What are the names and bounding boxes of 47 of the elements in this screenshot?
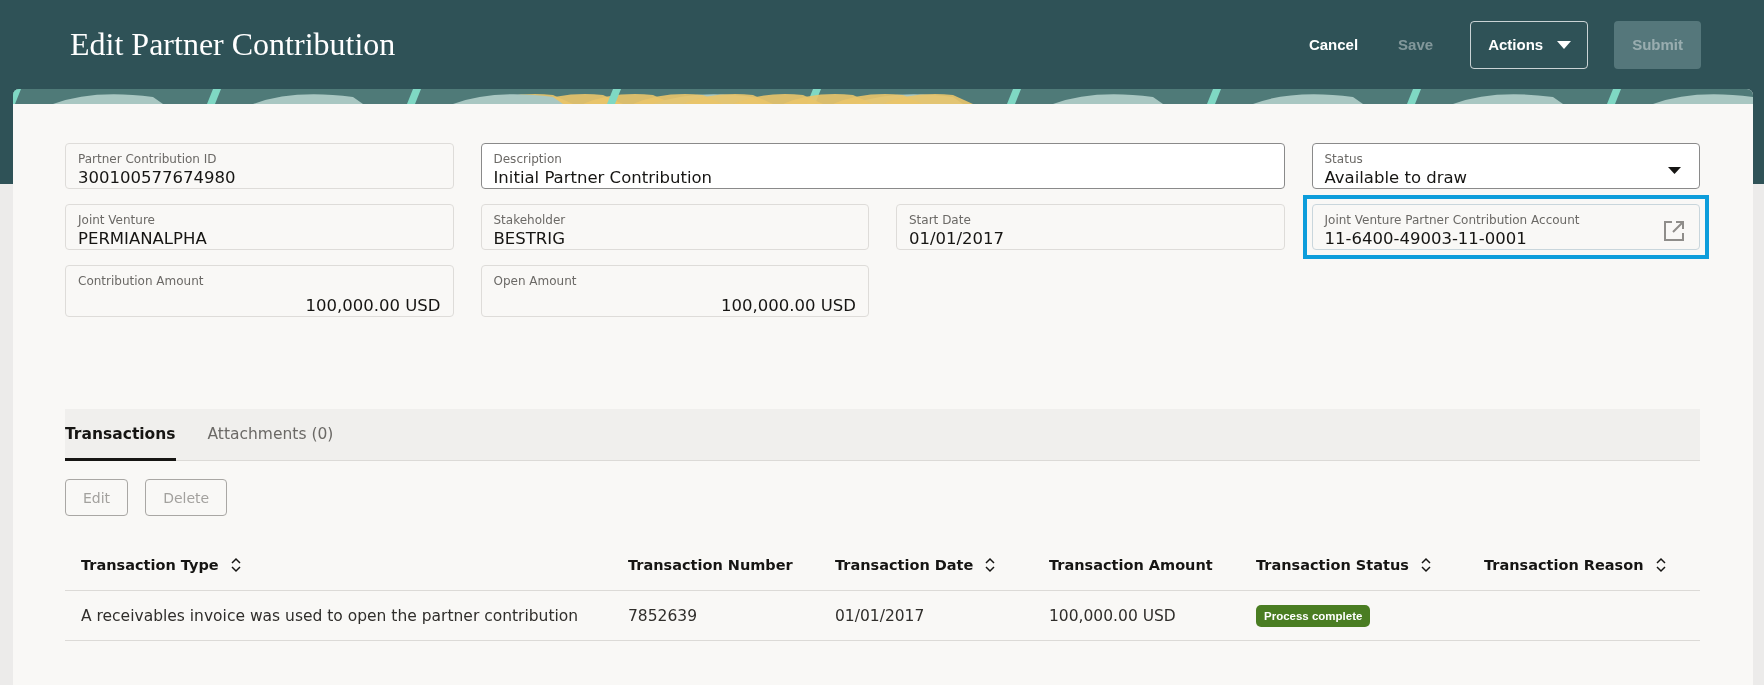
field-label: Description [493,152,563,167]
field-label: Open Amount [493,274,578,289]
dropdown-caret-icon[interactable] [1668,166,1681,174]
field-label: Partner Contribution ID [78,152,218,167]
field-value: PERMIANALPHA [78,228,208,249]
status-badge: Process complete [1256,604,1371,627]
input-field[interactable]: Status Available to draw [1311,143,1700,189]
column-header[interactable]: Transaction Type [65,540,612,591]
tab[interactable]: Attachments (0) [207,409,334,461]
sort-icon[interactable] [1420,557,1431,573]
table-cell: 100,000.00 USD [1049,606,1176,625]
sort-icon[interactable] [230,557,241,573]
link-button[interactable]: Cancel [1297,20,1370,69]
field-value: 100,000.00 USD [720,295,856,316]
field-label: Start Date [909,213,972,228]
field-value: Available to draw [1324,167,1469,188]
column-title: Transaction Amount [1049,557,1213,573]
column-title: Transaction Number [628,557,793,573]
menu-button[interactable]: Actions [1470,20,1589,69]
field-label: Stakeholder [493,213,567,228]
external-link-icon[interactable] [1663,220,1685,242]
field-value: 01/01/2017 [909,228,1006,249]
field-label: Status [1324,152,1364,167]
column-header[interactable]: Transaction Date [819,540,1033,591]
column-title: Transaction Date [835,557,974,573]
page-title: Edit Partner Contribution [70,26,397,63]
column-header[interactable]: Transaction Status [1240,540,1468,591]
field-value: 11-6400-49003-11-0001 [1324,228,1528,249]
field-label: Contribution Amount [78,274,205,289]
input-field[interactable]: Description Initial Partner Contribution [480,143,1285,189]
field-label: Joint Venture [78,213,156,228]
field-value: Initial Partner Contribution [493,167,714,188]
column-title: Transaction Type [81,557,219,573]
field-label: Joint Venture Partner Contribution Account [1324,213,1581,228]
field-value: 300100577674980 [78,167,237,188]
tab[interactable]: Transactions [65,409,176,461]
sort-icon[interactable] [1655,557,1666,573]
field-value: BESTRIG [493,228,566,249]
column-title: Transaction Status [1256,557,1409,573]
table-cell: 01/01/2017 [835,606,925,625]
column-header[interactable]: Transaction Reason [1468,540,1700,591]
caret-icon [1557,40,1572,49]
column-title: Transaction Reason [1484,557,1644,573]
table-cell: 7852639 [628,606,698,625]
field-value: 100,000.00 USD [304,295,441,316]
table-cell: A receivables invoice was used to open the partner contribution [81,606,579,625]
sort-icon[interactable] [985,557,996,573]
